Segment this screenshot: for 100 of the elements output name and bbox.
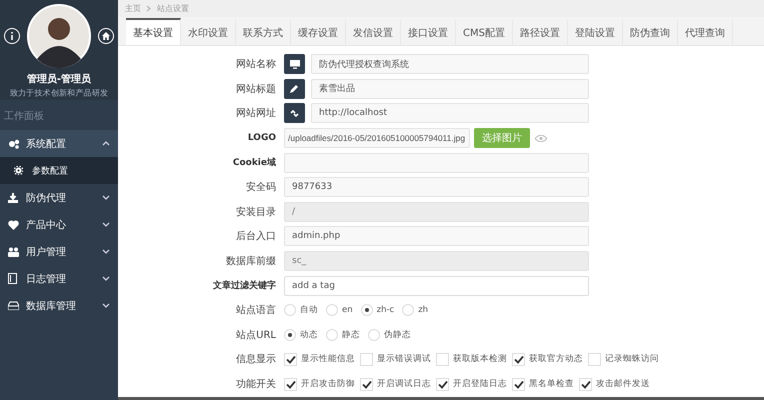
checkbox[interactable] <box>512 378 525 391</box>
menu-item[interactable]: 系统配置 <box>0 130 118 157</box>
tab[interactable]: 发信设置 <box>346 20 401 45</box>
caret-icon <box>102 140 110 147</box>
file-path-field[interactable]: /uploadfiles/2016-05/201605100005794011.jpg <box>284 128 470 148</box>
pencil-icon <box>290 84 299 94</box>
caret-icon <box>102 248 110 255</box>
info-icon[interactable] <box>4 28 20 44</box>
option-label: 攻击邮件发送 <box>596 378 650 390</box>
caret-icon <box>102 194 110 201</box>
option-label: 自动 <box>300 304 318 316</box>
eye-icon <box>535 134 547 142</box>
field-label: 功能开关 <box>235 378 277 392</box>
home-icon[interactable] <box>98 28 114 44</box>
book-icon <box>8 273 17 284</box>
hard-drive-icon <box>8 301 19 310</box>
gears-icon <box>8 138 20 148</box>
option-label: 伪静态 <box>384 328 411 341</box>
checkbox[interactable] <box>284 378 297 391</box>
option-label: zh-c <box>376 305 394 316</box>
checkbox[interactable] <box>360 378 373 391</box>
monitor-icon <box>290 60 300 69</box>
field-label: 站点URL <box>235 328 277 342</box>
radio-button[interactable] <box>402 304 414 316</box>
tab[interactable]: 路径设置 <box>512 20 568 45</box>
radio-button[interactable] <box>368 328 380 341</box>
input-field[interactable] <box>284 152 589 173</box>
avatar <box>27 4 91 68</box>
input-field[interactable]: http://localhost <box>311 103 589 124</box>
menu-item[interactable]: 产品中心 <box>0 211 118 238</box>
field-label: 后台入口 <box>235 230 277 244</box>
field-label: 网站标题 <box>235 82 277 96</box>
option-label: 获取官方动态 <box>529 353 583 366</box>
info-glyph-icon <box>10 32 14 40</box>
option-label: zh <box>418 305 428 316</box>
field-label: 安全码 <box>245 180 277 194</box>
caret-icon <box>102 221 110 228</box>
tab[interactable]: 基本设置 <box>126 18 181 45</box>
option-label: 动态 <box>300 328 318 341</box>
checkbox[interactable] <box>588 352 601 366</box>
menu-item[interactable]: 用户管理 <box>0 238 118 265</box>
field-label: 网站网址 <box>235 106 277 120</box>
option-label: 显示错误调试 <box>377 353 431 366</box>
field-label: 数据库前缀 <box>225 254 277 268</box>
caret-icon <box>102 275 110 282</box>
menu-item[interactable]: 防伪代理 <box>0 184 118 211</box>
option-label: 开启攻击防御 <box>301 378 355 390</box>
option-label: 开启登陆日志 <box>453 378 507 390</box>
tab[interactable]: 联系方式 <box>236 20 291 45</box>
option-label: 显示性能信息 <box>301 353 355 366</box>
chevron-icon <box>146 5 152 12</box>
submenu-item[interactable]: 参数配置 <box>0 157 118 184</box>
checkbox[interactable] <box>284 352 297 366</box>
checkbox[interactable] <box>579 378 592 391</box>
radio-button[interactable] <box>284 328 296 341</box>
option-label: 开启调试日志 <box>377 378 431 390</box>
menu-item[interactable]: 日志管理 <box>0 265 118 292</box>
heart-icon <box>8 220 19 230</box>
checkbox[interactable] <box>360 352 373 366</box>
input-field[interactable]: admin.php <box>284 226 589 246</box>
tab[interactable]: 登陆设置 <box>568 20 623 45</box>
tab[interactable]: 代理查询 <box>678 20 733 45</box>
input-field[interactable]: 防伪代理授权查询系统 <box>311 54 589 74</box>
field-label: 网站名称 <box>235 58 277 72</box>
field-label: LOGO <box>246 133 277 144</box>
users-icon <box>8 246 19 256</box>
tab[interactable]: 缓存设置 <box>291 20 346 45</box>
option-label: en <box>342 305 353 316</box>
checkbox[interactable] <box>512 352 525 366</box>
input-field[interactable]: 素雪出品 <box>311 78 589 99</box>
house-glyph-icon <box>102 32 110 40</box>
field-label: 站点语言 <box>235 304 277 318</box>
radio-button[interactable] <box>326 304 338 316</box>
field-label: Cookie域 <box>232 156 277 170</box>
tag-input-field[interactable]: add a tag <box>284 276 589 296</box>
menu-item[interactable]: 数据库管理 <box>0 292 118 319</box>
download-icon <box>8 192 18 202</box>
checkbox[interactable] <box>436 352 449 366</box>
checkbox[interactable] <box>436 378 449 391</box>
caret-icon <box>102 302 110 309</box>
option-label: 获取版本检测 <box>453 353 507 366</box>
radio-button[interactable] <box>360 304 373 316</box>
radio-button[interactable] <box>284 304 296 316</box>
breadcrumb-item: 站点设置 <box>157 3 189 14</box>
user-motto: 致力于技术创新和产品研发 <box>10 88 108 99</box>
radio-button[interactable] <box>326 328 338 341</box>
tab[interactable]: CMS配置 <box>456 20 513 45</box>
field-label: 文章过滤关键字 <box>212 279 277 292</box>
section-title: 工作面板 <box>4 111 44 122</box>
option-label: 黑名单检查 <box>529 378 574 390</box>
option-label: 静态 <box>342 328 360 341</box>
field-label: 安装目录 <box>235 206 277 219</box>
tab[interactable]: 接口设置 <box>401 20 456 45</box>
input-field[interactable]: 9877633 <box>284 177 589 198</box>
field-label: 信息显示 <box>235 352 277 366</box>
option-label: 记录蜘蛛访问 <box>605 353 659 366</box>
gear-icon <box>14 166 23 175</box>
tab[interactable]: 防伪查询 <box>622 20 678 45</box>
tab[interactable]: 水印设置 <box>181 20 236 45</box>
user-name: 管理员-管理员 <box>26 72 92 86</box>
